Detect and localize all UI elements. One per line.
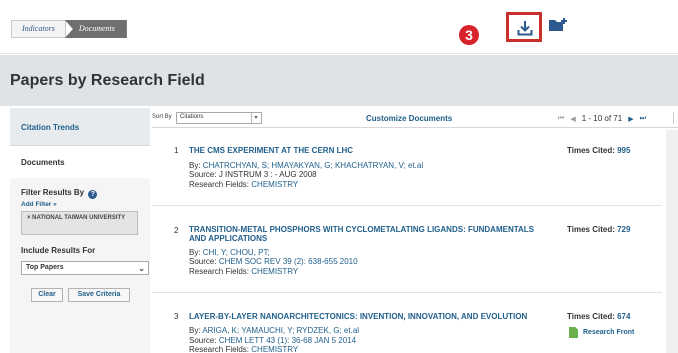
record-research-fields: Research Fields: CHEMISTRY xyxy=(189,345,298,353)
add-to-folder-button[interactable] xyxy=(549,18,567,37)
research-front-label: Research Front xyxy=(583,329,635,336)
research-field-link[interactable]: CHEMISTRY xyxy=(251,180,298,189)
chevron-down-icon: ▾ xyxy=(251,113,260,123)
research-field-link[interactable]: CHEMISTRY xyxy=(251,267,298,276)
clear-button[interactable]: Clear xyxy=(31,288,63,302)
record-title[interactable]: LAYER-BY-LAYER NANOARCHITECTONICS: INVEN… xyxy=(189,312,549,321)
record-number: 1 xyxy=(174,146,179,155)
filter-tag-national-taiwan-university[interactable]: × NATIONAL TAIWAN UNIVERSITY xyxy=(21,211,138,235)
source-value: J INSTRUM 3 : - AUG 2008 xyxy=(218,170,317,179)
customize-documents-link[interactable]: Customize Documents xyxy=(366,114,452,123)
next-page-icon[interactable]: ▶ xyxy=(628,115,633,123)
include-results-label: Include Results For xyxy=(21,246,96,255)
list-item: 3 LAYER-BY-LAYER NANOARCHITECTONICS: INV… xyxy=(152,294,662,353)
top-bar: Indicators Documents 3 xyxy=(0,0,678,54)
add-filter-link[interactable]: Add Filter » xyxy=(21,201,57,208)
sort-by-value: Citations xyxy=(180,114,204,120)
page-range: 1 - 10 of 71 xyxy=(581,114,623,123)
source-value: CHEM LETT 43 (1): 36-68 JAN 5 2014 xyxy=(218,336,357,345)
folder-add-icon xyxy=(549,18,567,31)
record-number: 2 xyxy=(174,226,179,235)
authors-label: By: xyxy=(189,248,201,257)
filter-results-heading: Filter Results By ? xyxy=(21,188,98,199)
authors-links[interactable]: CHI, Y; CHOU, PT; xyxy=(203,248,270,257)
include-results-value: Top Papers xyxy=(26,264,64,271)
times-cited-value[interactable]: 729 xyxy=(617,225,630,234)
record-title[interactable]: TRANSITION-METAL PHOSPHORS WITH CYCLOMET… xyxy=(189,225,549,243)
source-label: Source: xyxy=(189,336,217,345)
sort-by-label: Sort By xyxy=(152,114,172,120)
authors-label: By: xyxy=(189,161,201,170)
times-cited: Times Cited: 729 xyxy=(567,225,630,234)
scrollbar[interactable] xyxy=(666,130,678,353)
times-cited-label: Times Cited: xyxy=(567,312,615,321)
title-band: Papers by Research Field xyxy=(0,55,678,106)
breadcrumb: Indicators Documents xyxy=(11,20,127,38)
last-page-icon[interactable]: ⏭ xyxy=(640,115,646,123)
download-icon xyxy=(517,21,533,36)
divider xyxy=(673,112,674,124)
record-title[interactable]: THE CMS EXPERIMENT AT THE CERN LHC xyxy=(189,146,549,155)
chevron-down-icon: ⌄ xyxy=(138,264,145,273)
record-source: Source: CHEM LETT 43 (1): 36-68 JAN 5 20… xyxy=(189,336,356,345)
sidebar: Citation Trends Documents Filter Results… xyxy=(10,108,152,353)
times-cited-label: Times Cited: xyxy=(567,146,615,155)
record-source: Source: J INSTRUM 3 : - AUG 2008 xyxy=(189,170,317,179)
record-number: 3 xyxy=(174,312,179,321)
record-authors: By: CHATRCHYAN, S; HMAYAKYAN, G; KHACHAT… xyxy=(189,161,423,170)
authors-links[interactable]: CHATRCHYAN, S; HMAYAKYAN, G; KHACHATRYAN… xyxy=(203,161,423,170)
help-icon[interactable]: ? xyxy=(88,190,98,199)
step-number-badge: 3 xyxy=(459,25,479,45)
record-source: Source: CHEM SOC REV 39 (2): 638-655 201… xyxy=(189,257,358,266)
research-fields-label: Research Fields: xyxy=(189,180,250,189)
include-results-select[interactable]: Top Papers ⌄ xyxy=(21,261,149,275)
breadcrumb-indicators[interactable]: Indicators xyxy=(11,20,66,38)
document-icon xyxy=(569,327,578,338)
source-label: Source: xyxy=(189,170,217,179)
times-cited-label: Times Cited: xyxy=(567,225,615,234)
times-cited-value[interactable]: 674 xyxy=(617,312,630,321)
first-page-icon[interactable]: ⏮ xyxy=(558,115,564,123)
list-item: 2 TRANSITION-METAL PHOSPHORS WITH CYCLOM… xyxy=(152,207,662,293)
pagination: ⏮ ◀ 1 - 10 of 71 ▶ ⏭ xyxy=(558,114,646,123)
source-label: Source: xyxy=(189,257,217,266)
sort-by-select[interactable]: Citations ▾ xyxy=(176,112,262,124)
breadcrumb-documents[interactable]: Documents xyxy=(64,20,127,38)
authors-links[interactable]: ARIGA, K; YAMAUCHI, Y; RYDZEK, G; et.al xyxy=(202,326,359,335)
results-toolbar: Sort By Citations ▾ Customize Documents … xyxy=(152,108,678,128)
filter-results-label: Filter Results By xyxy=(21,188,85,197)
page-title: Papers by Research Field xyxy=(10,72,205,89)
record-authors: By: CHI, Y; CHOU, PT; xyxy=(189,248,270,257)
research-fields-label: Research Fields: xyxy=(189,345,250,353)
research-front-link[interactable]: Research Front xyxy=(569,327,634,338)
record-research-fields: Research Fields: CHEMISTRY xyxy=(189,267,298,276)
results-list: 1 THE CMS EXPERIMENT AT THE CERN LHC By:… xyxy=(152,129,678,353)
prev-page-icon[interactable]: ◀ xyxy=(570,115,575,123)
tab-citation-trends[interactable]: Citation Trends xyxy=(10,108,150,146)
save-criteria-button[interactable]: Save Criteria xyxy=(68,288,130,302)
times-cited: Times Cited: 674 xyxy=(567,312,630,321)
times-cited: Times Cited: 995 xyxy=(567,146,630,155)
list-item: 1 THE CMS EXPERIMENT AT THE CERN LHC By:… xyxy=(152,129,662,206)
research-field-link[interactable]: CHEMISTRY xyxy=(251,345,298,353)
source-value: CHEM SOC REV 39 (2): 638-655 2010 xyxy=(218,257,358,266)
record-research-fields: Research Fields: CHEMISTRY xyxy=(189,180,298,189)
research-fields-label: Research Fields: xyxy=(189,267,250,276)
tab-documents[interactable]: Documents xyxy=(10,146,152,178)
times-cited-value[interactable]: 995 xyxy=(617,146,630,155)
record-authors: By: ARIGA, K; YAMAUCHI, Y; RYDZEK, G; et… xyxy=(189,326,359,335)
authors-label: By: xyxy=(189,326,201,335)
download-button[interactable] xyxy=(506,12,542,42)
